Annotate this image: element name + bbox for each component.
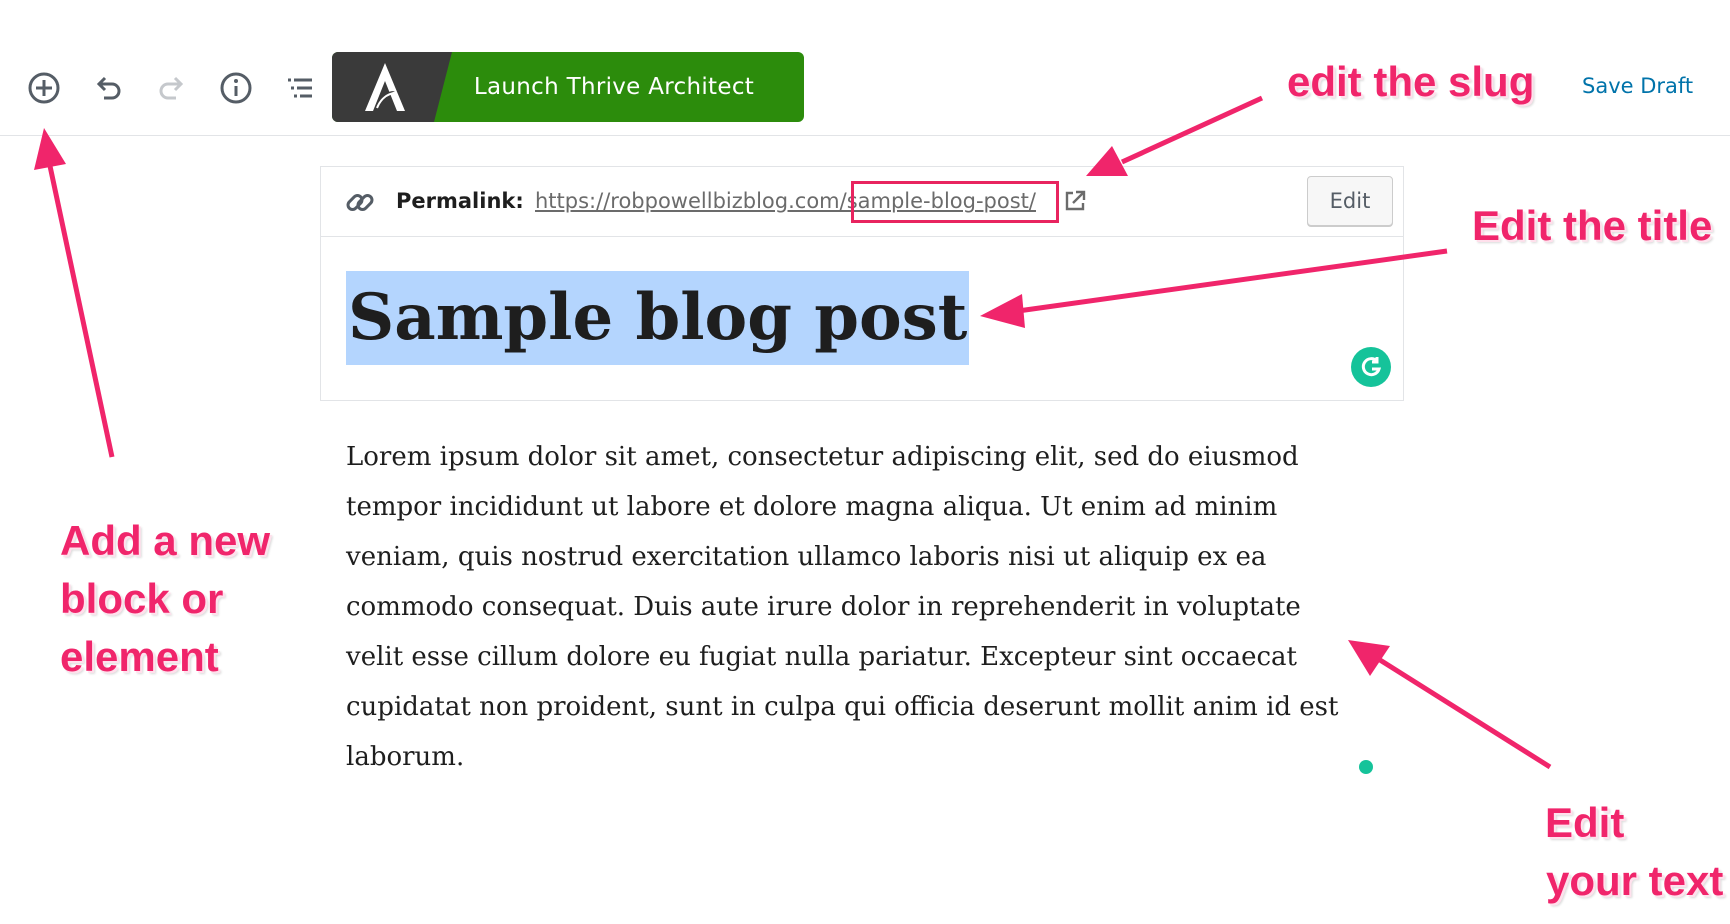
- annotation-line: block or: [60, 575, 224, 622]
- list-outline-icon: [288, 78, 312, 98]
- body-line: cupidatat non proident, sunt in culpa qu…: [346, 692, 1339, 722]
- grammarly-dot-icon: [1359, 760, 1373, 774]
- external-link-icon[interactable]: [1063, 189, 1087, 213]
- annotation-line: your text: [1546, 857, 1724, 904]
- info-icon: [220, 72, 252, 104]
- undo-button[interactable]: [84, 64, 132, 112]
- launch-thrive-architect-button[interactable]: Launch Thrive Architect: [332, 52, 804, 122]
- post-body-paragraph[interactable]: Lorem ipsum dolor sit amet, consectetur …: [346, 432, 1386, 782]
- add-block-arrow: [47, 165, 115, 458]
- permalink-url-link[interactable]: https://robpowellbizblog.com/sample-blog…: [535, 189, 1036, 213]
- annotation-line: element: [60, 633, 219, 680]
- permalink-bar: Permalink: https://robpowellbizblog.com/…: [321, 167, 1403, 237]
- redo-button[interactable]: [148, 64, 196, 112]
- body-text-arrow: [1378, 657, 1552, 770]
- redo-icon: [159, 76, 184, 100]
- undo-icon: [96, 76, 121, 100]
- thrive-architect-logo: [332, 52, 452, 122]
- outline-button[interactable]: [276, 64, 324, 112]
- info-button[interactable]: [212, 64, 260, 112]
- body-line: velit esse cillum dolore eu fugiat nulla…: [346, 642, 1297, 672]
- plus-circle-icon: [28, 72, 60, 104]
- body-line: Lorem ipsum dolor sit amet, consectetur …: [346, 442, 1299, 472]
- post-title-input[interactable]: Sample blog post: [346, 271, 970, 365]
- link-icon: [346, 194, 374, 211]
- body-line: tempor incididunt ut labore et dolore ma…: [346, 492, 1278, 522]
- annotation-add-block: Add a new block or element: [60, 512, 270, 686]
- post-title-block: Permalink: https://robpowellbizblog.com/…: [320, 166, 1404, 401]
- annotation-line: Add a new: [60, 517, 271, 564]
- thrive-architect-logo-icon: [365, 63, 405, 111]
- annotation-edit-slug: edit the slug: [1287, 58, 1535, 105]
- body-line: laborum.: [346, 742, 465, 772]
- annotation-edit-title: Edit the title: [1472, 202, 1713, 249]
- thrive-button-label: Launch Thrive Architect: [473, 74, 755, 100]
- body-line: commodo consequat. Duis aute irure dolor…: [346, 592, 1301, 622]
- annotation-edit-text: Edit your text: [1545, 794, 1723, 910]
- permalink-edit-button[interactable]: Edit: [1307, 176, 1393, 226]
- add-block-button[interactable]: [20, 64, 68, 112]
- body-line: veniam, quis nostrud exercitation ullamc…: [346, 542, 1267, 572]
- save-draft-button[interactable]: Save Draft: [1582, 74, 1693, 98]
- permalink-label: Permalink:: [396, 189, 524, 213]
- annotation-line: Edit: [1545, 799, 1625, 846]
- grammarly-icon[interactable]: [1351, 347, 1391, 387]
